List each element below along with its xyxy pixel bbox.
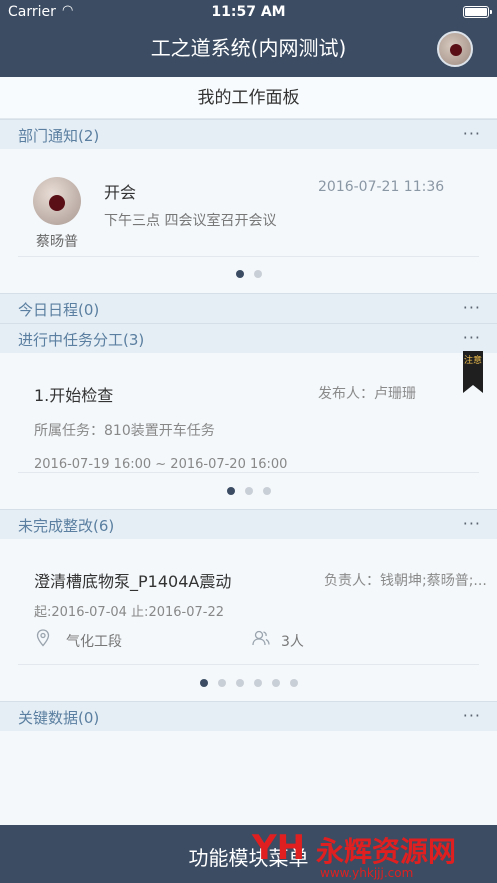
top-navigation-bar: Carrier ◠ 11:57 AM 工之道系统(内网测试): [0, 0, 497, 77]
section-header-notice[interactable]: 部门通知(2) ···: [0, 119, 497, 149]
rectify-location: 气化工段: [66, 634, 122, 650]
notice-time: 2016-07-21 11:36: [318, 179, 445, 195]
more-icon[interactable]: ···: [463, 124, 481, 143]
section-label-rectify: 未完成整改(6): [18, 517, 115, 535]
task-belong: 所属任务：810装置开车任务: [34, 423, 215, 439]
location-pin-icon: [36, 629, 50, 647]
section-header-schedule[interactable]: 今日日程(0) ···: [0, 293, 497, 323]
task-date-range: 2016-07-19 16:00 ~ 2016-07-20 16:00: [34, 457, 288, 472]
divider: [18, 256, 479, 257]
notice-sender: 蔡旸普: [36, 234, 78, 250]
pager-dot[interactable]: [199, 679, 208, 687]
battery-icon: [463, 6, 492, 18]
watermark: YH 永辉资源网 www.yhkjjj.com: [248, 826, 497, 883]
more-icon[interactable]: ···: [463, 514, 481, 533]
avatar: [33, 177, 81, 225]
rectify-people-count: 3人: [281, 634, 304, 650]
badge-label: 注意: [464, 356, 483, 366]
section-label-notice: 部门通知(2): [18, 127, 100, 145]
watermark-url: www.yhkjjj.com: [320, 866, 414, 880]
pager-dot[interactable]: [253, 270, 262, 278]
status-bar: Carrier ◠ 11:57 AM: [0, 0, 497, 26]
status-time: 11:57 AM: [211, 4, 286, 20]
section-header-keydata[interactable]: 关键数据(0) ···: [0, 701, 497, 731]
pager-dot[interactable]: [262, 487, 271, 495]
more-icon[interactable]: ···: [463, 298, 481, 317]
more-icon[interactable]: ···: [463, 328, 481, 347]
task-publisher: 发布人：卢珊珊: [318, 386, 416, 402]
pager-dot[interactable]: [253, 679, 262, 687]
notice-pager: [0, 270, 497, 278]
rectify-dates: 起:2016-07-04 止:2016-07-22: [34, 605, 224, 620]
notice-desc: 下午三点 四会议室召开会议: [104, 213, 277, 229]
attention-badge: 注意: [463, 351, 483, 393]
rectify-title[interactable]: 澄清槽底物泵_P1404A震动: [34, 568, 231, 592]
rectify-card[interactable]: [0, 539, 497, 701]
pager-dot[interactable]: [226, 487, 235, 495]
task-title[interactable]: 1.开始检查: [34, 382, 113, 406]
panel-title: 我的工作面板: [0, 77, 497, 119]
task-pager: [0, 487, 497, 495]
rectify-pager: [0, 679, 497, 687]
divider: [18, 664, 479, 665]
section-label-schedule: 今日日程(0): [18, 301, 100, 319]
section-label-tasks: 进行中任务分工(3): [18, 331, 145, 349]
more-icon[interactable]: ···: [463, 706, 481, 725]
pager-dot[interactable]: [217, 679, 226, 687]
watermark-text: 永辉资源网: [316, 835, 457, 868]
user-avatar[interactable]: [437, 31, 473, 67]
pager-dot[interactable]: [235, 679, 244, 687]
section-header-rectify[interactable]: 未完成整改(6) ···: [0, 509, 497, 539]
section-header-tasks[interactable]: 进行中任务分工(3) ···: [0, 323, 497, 353]
section-label-keydata: 关键数据(0): [18, 709, 100, 727]
pager-dot[interactable]: [289, 679, 298, 687]
app-title: 工之道系统(内网测试): [150, 36, 347, 60]
pager-dot[interactable]: [244, 487, 253, 495]
pager-dot[interactable]: [235, 270, 244, 278]
notice-title[interactable]: 开会: [104, 179, 136, 203]
people-icon: [252, 630, 270, 646]
rectify-owner: 负责人：钱朝坤;蔡旸普;...: [324, 573, 487, 589]
divider: [18, 472, 479, 473]
pager-dot[interactable]: [271, 679, 280, 687]
watermark-logo-icon: YH: [252, 828, 306, 868]
